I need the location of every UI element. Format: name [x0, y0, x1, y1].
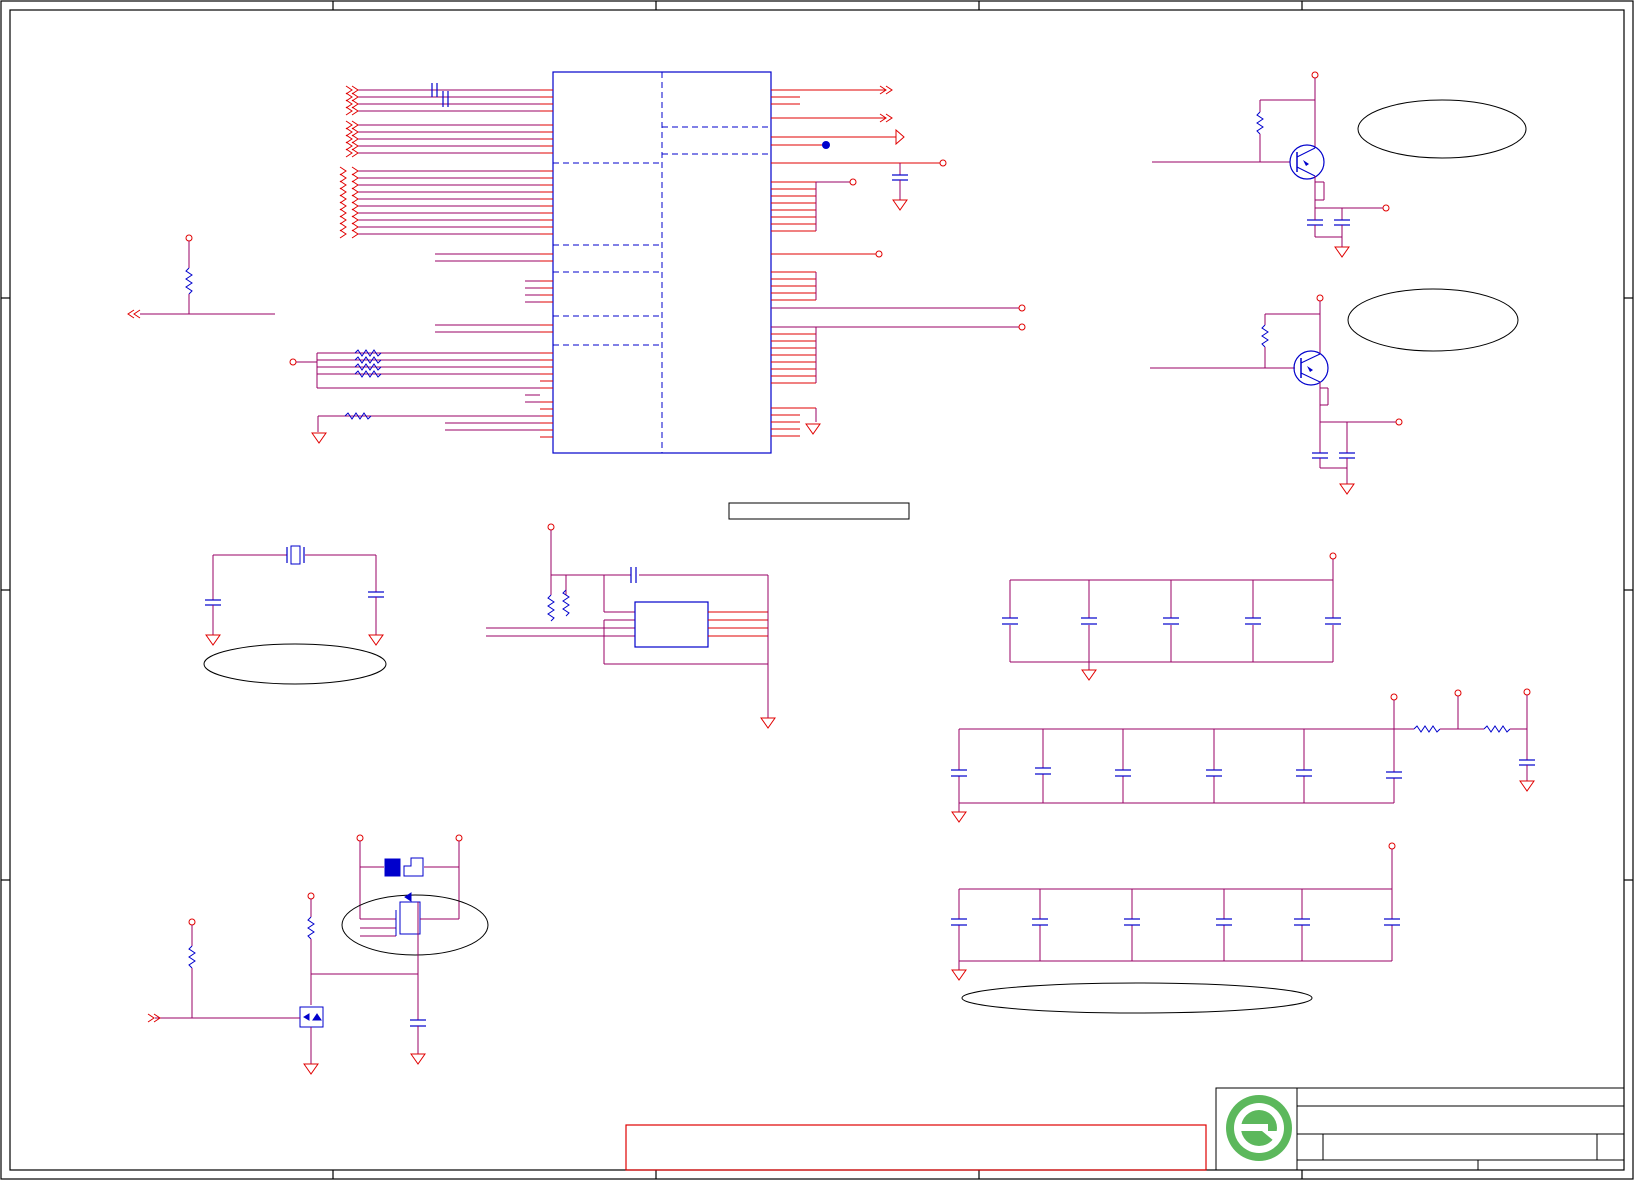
coupling-capacitor-u1 [431, 83, 449, 107]
transistor-q1-circuit [1152, 71, 1527, 258]
notes-box [625, 1124, 1207, 1171]
decoupling-cap-bank-1 [1002, 552, 1341, 681]
eeprom-circuit [486, 523, 776, 729]
decoupling-cap-u1-right [892, 174, 908, 211]
junction-dot [822, 141, 830, 149]
power-switch-circuit [147, 834, 489, 1075]
sheet-border [0, 0, 1634, 1180]
u1-caption-box [728, 502, 910, 520]
crystal-oscillator-circuit [203, 545, 387, 685]
decoupling-cap-bank-2 [951, 688, 1535, 823]
decoupling-cap-bank-3 [951, 842, 1400, 1014]
company-logo-icon [1226, 1095, 1292, 1161]
transistor-q2-circuit [1150, 288, 1519, 495]
u1-offpage-connectors-left [339, 85, 359, 239]
schematic-canvas [0, 0, 1634, 1180]
u1-left-pins [540, 89, 553, 438]
pullup-resistor-left [127, 234, 275, 319]
schematic-sheet [0, 0, 1634, 1180]
main-ic-u1 [552, 71, 772, 454]
ground-symbol [311, 432, 327, 444]
u1-right-terminals [805, 85, 1026, 435]
net-port-left-resistors [289, 358, 297, 366]
u1-right-pins [771, 89, 940, 437]
u1-left-nets [295, 89, 540, 432]
